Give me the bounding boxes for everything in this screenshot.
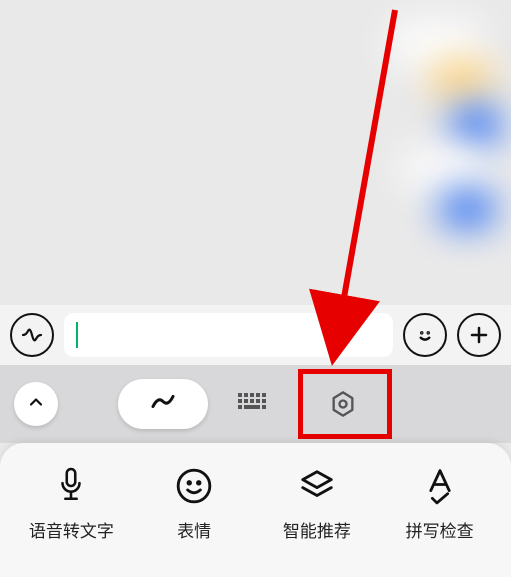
sound-wave-icon: [20, 323, 44, 347]
plus-icon: [467, 323, 491, 347]
blurred-message: [403, 150, 483, 190]
stack-icon: [298, 465, 336, 507]
tool-label: 表情: [177, 517, 211, 542]
tool-smart-suggest[interactable]: 智能推荐: [256, 465, 379, 542]
expand-keyboard-button[interactable]: [14, 382, 58, 426]
tool-emoji[interactable]: 表情: [133, 465, 256, 542]
add-button[interactable]: [457, 313, 501, 357]
chevron-up-icon: [26, 392, 46, 417]
message-text-input[interactable]: [64, 313, 393, 357]
blurred-message: [440, 190, 495, 228]
segment-settings[interactable]: [298, 379, 388, 429]
tool-label: 语音转文字: [29, 517, 114, 542]
tool-label: 智能推荐: [283, 517, 351, 542]
emoji-icon: [175, 465, 213, 507]
handwriting-icon: [148, 389, 178, 419]
input-mode-segmented: [118, 379, 388, 429]
chat-area: [0, 0, 511, 305]
keyboard-icon: [238, 393, 268, 415]
message-input-bar: [0, 305, 511, 365]
keyboard-tools-panel: 语音转文字 表情 智能推荐: [0, 443, 511, 577]
spellcheck-icon: [421, 465, 459, 507]
tool-label: 拼写检查: [406, 517, 474, 542]
blurred-message: [451, 105, 501, 145]
smiley-icon: [412, 322, 438, 348]
segment-handwriting[interactable]: [118, 379, 208, 429]
tool-spellcheck[interactable]: 拼写检查: [378, 465, 501, 542]
text-cursor: [76, 322, 78, 348]
settings-hex-icon: [329, 390, 357, 418]
mic-icon: [54, 465, 88, 507]
segment-keyboard[interactable]: [208, 379, 298, 429]
tool-voice-to-text[interactable]: 语音转文字: [10, 465, 133, 542]
keyboard-toolbar: [0, 365, 511, 443]
emoji-button[interactable]: [403, 313, 447, 357]
voice-input-button[interactable]: [10, 313, 54, 357]
blurred-message: [431, 60, 491, 100]
